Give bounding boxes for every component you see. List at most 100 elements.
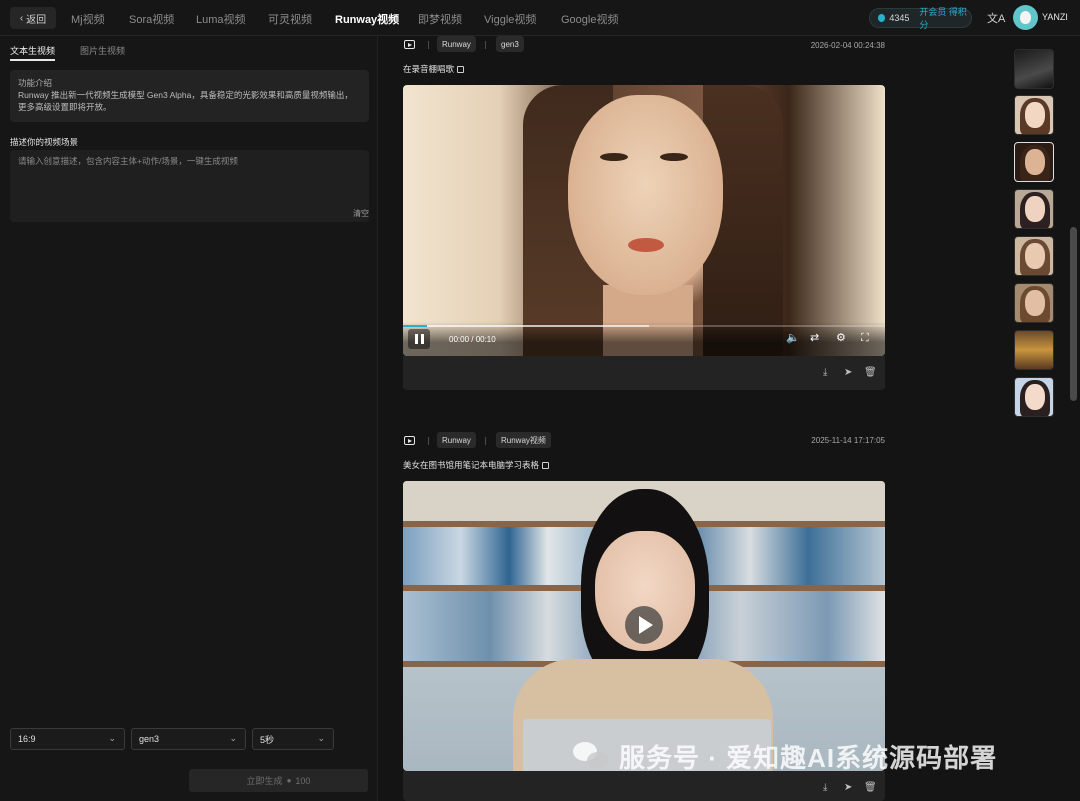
generate-label: 立即生成	[246, 776, 283, 786]
trash-icon[interactable]: 🗑	[864, 782, 877, 793]
download-icon[interactable]: ⤓	[823, 367, 827, 378]
intro-title: 功能介绍	[18, 78, 53, 88]
divider	[428, 41, 429, 49]
model-value: gen3	[139, 734, 160, 744]
time-display: 00:00 / 00:10	[449, 335, 496, 344]
chevron-down-icon: ⌄	[317, 733, 325, 743]
translate-icon[interactable]: 文A	[987, 10, 1005, 26]
pause-button[interactable]	[408, 329, 430, 349]
username[interactable]: YANZI	[1042, 12, 1068, 22]
duration-select[interactable]: 5秒 ⌄	[252, 728, 334, 750]
prompt-placeholder: 请输入创意描述，包含内容主体+动作/场景，一键生成视频	[18, 156, 238, 166]
tab-viggle-video[interactable]: Viggle视频	[484, 11, 536, 27]
video-icon	[404, 436, 415, 445]
ratio-value: 16:9	[18, 734, 36, 744]
card-footer: ⤓ ➤ 🗑	[403, 356, 885, 390]
copy-icon[interactable]	[542, 461, 550, 469]
video-frame-part	[660, 153, 688, 161]
download-icon[interactable]: ⤓	[823, 782, 827, 793]
back-label: 返回	[26, 14, 47, 26]
card-description: 美女在图书馆用笔记本电脑学习表格	[403, 459, 550, 471]
video-icon	[404, 40, 415, 49]
chevron-left-icon: ‹	[19, 12, 24, 24]
divider	[485, 437, 486, 445]
history-rail	[1010, 36, 1080, 801]
intro-box: 功能介绍 Runway 推出新一代视频生成模型 Gen3 Alpha，具备稳定的…	[10, 70, 369, 122]
prompt-input[interactable]: 请输入创意描述，包含内容主体+动作/场景，一键生成视频 清空	[10, 150, 369, 222]
avatar-face-icon	[1020, 11, 1031, 24]
ratio-select[interactable]: 16:9 ⌄	[10, 728, 125, 750]
tab-keling-video[interactable]: 可灵视频	[268, 11, 312, 27]
prompt-label: 描述你的视频场景	[10, 137, 79, 147]
vip-link[interactable]: 开会员 得积分	[919, 5, 971, 31]
history-thumbnail[interactable]	[1014, 236, 1054, 276]
duration-value: 5秒	[260, 734, 275, 745]
copy-icon[interactable]	[457, 65, 465, 73]
history-thumbnail[interactable]	[1014, 189, 1054, 229]
model-select[interactable]: gen3 ⌄	[131, 728, 246, 750]
gear-icon[interactable]: ⚙	[836, 333, 846, 344]
description-text: 美女在图书馆用笔记本电脑学习表格	[403, 460, 540, 470]
video-player[interactable]	[403, 481, 885, 771]
card-date: 2026-02-04 00:24:38	[810, 41, 885, 50]
history-thumbnail[interactable]	[1014, 283, 1054, 323]
tab-text-to-video[interactable]: 文本生视频	[10, 44, 55, 57]
send-icon[interactable]: ➤	[844, 367, 852, 378]
video-feed: Runway gen3 2026-02-04 00:24:38 在录音棚唱歌 0…	[378, 36, 1010, 801]
tab-luma-video[interactable]: Luma视频	[196, 11, 246, 27]
loop-icon[interactable]: ⇄	[810, 333, 819, 344]
platform-chip: Runway	[437, 432, 476, 448]
history-thumbnail[interactable]	[1014, 142, 1054, 182]
tab-runway-video[interactable]: Runway视频	[335, 11, 399, 27]
chevron-down-icon: ⌄	[229, 733, 237, 743]
generate-cost: 100	[295, 775, 311, 786]
play-icon[interactable]	[625, 606, 663, 644]
progress-buffer	[403, 325, 649, 327]
tab-google-video[interactable]: Google视频	[561, 11, 618, 27]
video-controls: 00:00 / 00:10 🔈 ⇄ ⚙ ⛶	[403, 322, 885, 356]
watermark-text: 服务号 · 爱知趣AI系统源码部署	[619, 743, 998, 773]
points-count: 4345	[889, 13, 910, 23]
history-thumbnail[interactable]	[1014, 95, 1054, 135]
model-chip: Runway视频	[496, 432, 551, 448]
tab-image-to-video[interactable]: 图片生视频	[80, 44, 125, 57]
history-thumbnail[interactable]	[1014, 377, 1054, 417]
card-footer: ⤓ ➤ 🗑	[403, 771, 885, 801]
tab-jimeng-video[interactable]: 即梦视频	[418, 11, 462, 27]
card-date: 2025-11-14 17:17:05	[811, 436, 885, 445]
wechat-icon	[573, 741, 611, 772]
clear-button[interactable]: 清空	[353, 208, 369, 219]
chevron-down-icon: ⌄	[108, 733, 116, 743]
scrollbar[interactable]	[1070, 227, 1077, 401]
back-button[interactable]: ‹ 返回	[10, 7, 56, 29]
video-frame-part	[600, 153, 628, 161]
video-player[interactable]: 00:00 / 00:10 🔈 ⇄ ⚙ ⛶	[403, 85, 885, 356]
divider	[485, 41, 486, 49]
left-panel: 文本生视频 图片生视频 功能介绍 Runway 推出新一代视频生成模型 Gen3…	[0, 36, 378, 801]
active-tab-indicator	[10, 59, 55, 61]
platform-chip: Runway	[437, 36, 476, 52]
send-icon[interactable]: ➤	[844, 782, 852, 793]
card-description: 在录音棚唱歌	[403, 63, 465, 75]
volume-icon[interactable]: 🔈	[786, 333, 800, 344]
avatar[interactable]	[1013, 5, 1038, 30]
trash-icon[interactable]: 🗑	[864, 367, 877, 378]
points-badge[interactable]: 4345 开会员 得积分	[869, 5, 972, 31]
history-thumbnail[interactable]	[1014, 49, 1054, 89]
watermark: 服务号 · 爱知趣AI系统源码部署	[573, 738, 997, 775]
progress-fill	[403, 325, 428, 327]
generate-button[interactable]: 立即生成 ● 100	[189, 769, 368, 792]
intro-text: Runway 推出新一代视频生成模型 Gen3 Alpha，具备稳定的光影效果和…	[18, 90, 353, 112]
top-nav: ‹ 返回 Mj视频 Sora视频 Luma视频 可灵视频 Runway视频 即梦…	[0, 0, 1080, 36]
divider	[428, 437, 429, 445]
coin-icon: ●	[286, 776, 292, 785]
history-thumbnail[interactable]	[1014, 330, 1054, 370]
tab-mj-video[interactable]: Mj视频	[71, 11, 105, 27]
video-frame-part	[568, 95, 723, 295]
model-chip: gen3	[496, 36, 524, 52]
fullscreen-icon[interactable]: ⛶	[861, 333, 869, 344]
coin-icon	[878, 14, 886, 22]
description-text: 在录音棚唱歌	[403, 64, 455, 74]
tab-sora-video[interactable]: Sora视频	[129, 11, 174, 27]
video-frame-part	[628, 238, 664, 252]
